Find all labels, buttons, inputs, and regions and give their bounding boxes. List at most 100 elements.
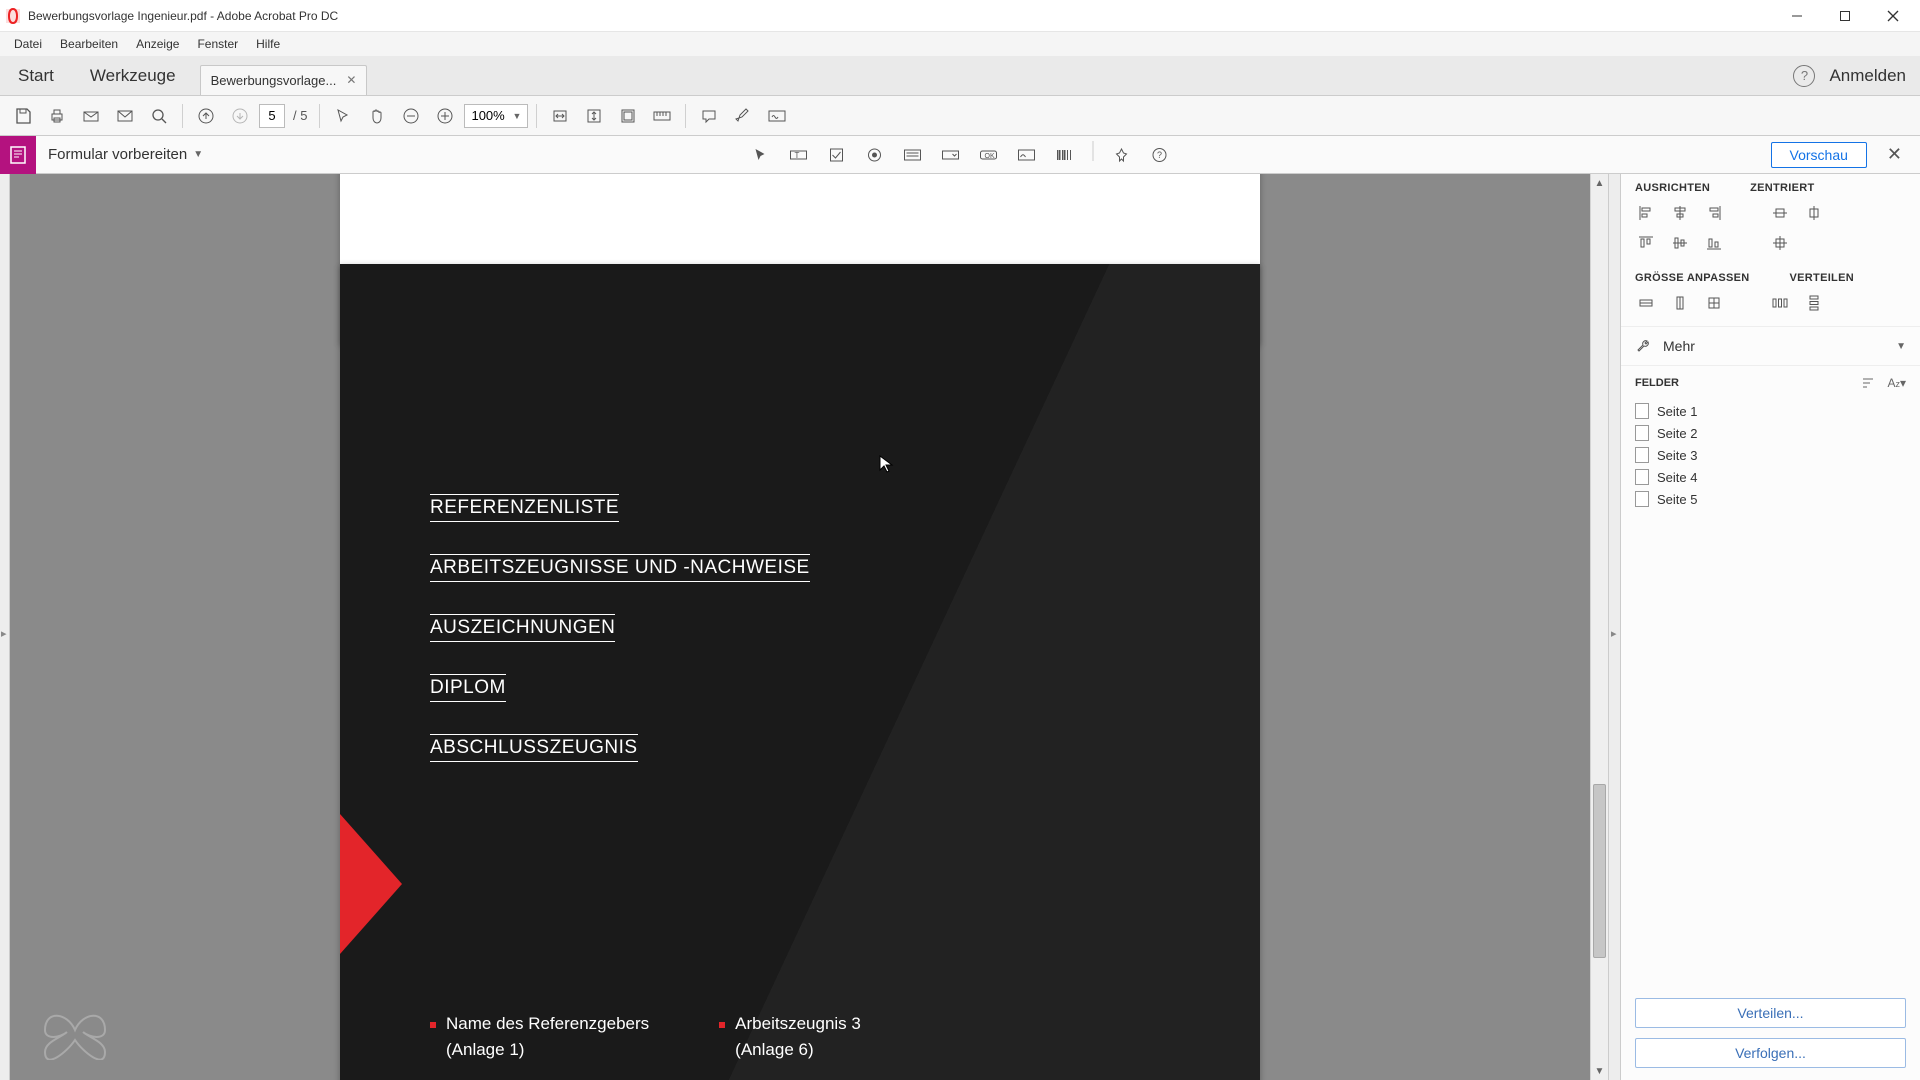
zoom-select[interactable]: 100% ▼	[464, 104, 528, 128]
scroll-track[interactable]	[1591, 192, 1608, 1062]
textfield-icon[interactable]: T	[783, 141, 815, 169]
section-verteilen: VERTEILEN	[1790, 272, 1854, 284]
send-icon[interactable]	[76, 101, 106, 131]
menu-hilfe[interactable]: Hilfe	[248, 34, 288, 54]
field-page-1[interactable]: Seite 1	[1635, 400, 1906, 422]
tab-start[interactable]: Start	[0, 56, 72, 96]
size-height-icon[interactable]	[1669, 292, 1691, 314]
save-icon[interactable]	[8, 101, 38, 131]
help-icon[interactable]: ?	[1793, 65, 1815, 87]
heading-2: ARBEITSZEUGNISSE UND -NACHWEISE	[430, 554, 810, 582]
tab-werkzeuge[interactable]: Werkzeuge	[72, 56, 194, 96]
pin-icon[interactable]	[1106, 141, 1138, 169]
align-middle-icon[interactable]	[1669, 232, 1691, 254]
more-dropdown[interactable]: Mehr ▼	[1621, 326, 1920, 366]
scroll-up-icon[interactable]: ▲	[1591, 174, 1608, 192]
align-left-icon[interactable]	[1635, 202, 1657, 224]
listbox-icon[interactable]	[897, 141, 929, 169]
zoom-in-icon[interactable]	[430, 101, 460, 131]
align-right-icon[interactable]	[1703, 202, 1725, 224]
az-sort-icon[interactable]: Az▾	[1887, 376, 1906, 390]
mail-icon[interactable]	[110, 101, 140, 131]
page-icon	[1635, 403, 1649, 419]
menu-fenster[interactable]: Fenster	[189, 34, 246, 54]
verfolgen-button[interactable]: Verfolgen...	[1635, 1038, 1906, 1068]
dropdown-icon[interactable]	[935, 141, 967, 169]
zoom-out-icon[interactable]	[396, 101, 426, 131]
fit-width-icon[interactable]	[545, 101, 575, 131]
field-page-5[interactable]: Seite 5	[1635, 488, 1906, 510]
help-form-icon[interactable]: ?	[1144, 141, 1176, 169]
menu-bearbeiten[interactable]: Bearbeiten	[52, 34, 126, 54]
form-mode-icon[interactable]	[0, 136, 36, 174]
menu-anzeige[interactable]: Anzeige	[128, 34, 187, 54]
close-button[interactable]	[1870, 1, 1916, 31]
size-both-icon[interactable]	[1703, 292, 1725, 314]
distribute-h-icon[interactable]	[1769, 292, 1791, 314]
document-viewport[interactable]: 4 REFERENZENLISTE ARBEITSZEUGNISSE UND -…	[10, 174, 1590, 1080]
verteilen-button[interactable]: Verteilen...	[1635, 998, 1906, 1028]
preview-button[interactable]: Vorschau	[1771, 142, 1867, 168]
form-mode-dropdown[interactable]: Formular vorbereiten ▼	[48, 146, 203, 163]
ruler-icon[interactable]	[647, 101, 677, 131]
scroll-thumb[interactable]	[1593, 784, 1606, 958]
hand-icon[interactable]	[362, 101, 392, 131]
right-panel: AUSRICHTEN ZENTRIERT GRÖSSE ANPASSEN VER…	[1620, 174, 1920, 1080]
close-formbar-icon[interactable]: ✕	[1879, 140, 1910, 169]
svg-text:?: ?	[1157, 150, 1162, 160]
center-both-icon[interactable]	[1769, 232, 1791, 254]
page-icon	[1635, 469, 1649, 485]
comment-icon[interactable]	[694, 101, 724, 131]
menu-bar: Datei Bearbeiten Anzeige Fenster Hilfe	[0, 32, 1920, 56]
sign-icon[interactable]	[762, 101, 792, 131]
search-icon[interactable]	[144, 101, 174, 131]
field-page-3[interactable]: Seite 3	[1635, 444, 1906, 466]
checkbox-icon[interactable]	[821, 141, 853, 169]
button-icon[interactable]: OK	[973, 141, 1005, 169]
page-down-icon[interactable]	[225, 101, 255, 131]
expand-left-icon[interactable]: ▸	[1, 627, 7, 640]
form-toolbar: Formular vorbereiten ▼ T OK ? Vorschau ✕	[0, 136, 1920, 174]
menu-datei[interactable]: Datei	[6, 34, 50, 54]
size-width-icon[interactable]	[1635, 292, 1657, 314]
distribute-v-icon[interactable]	[1803, 292, 1825, 314]
radio-icon[interactable]	[859, 141, 891, 169]
wrench-icon	[1635, 337, 1653, 355]
expand-right-icon[interactable]: ▸	[1611, 627, 1617, 640]
center-v-icon[interactable]	[1803, 202, 1825, 224]
left-rail[interactable]: ▸	[0, 174, 10, 1080]
scroll-down-icon[interactable]: ▼	[1591, 1062, 1608, 1080]
select-icon[interactable]	[328, 101, 358, 131]
red-arrow-decoration	[340, 814, 402, 954]
heading-4: DIPLOM	[430, 674, 506, 702]
svg-text:T: T	[795, 151, 800, 160]
chevron-down-icon: ▼	[513, 111, 522, 121]
zoom-value: 100%	[471, 108, 504, 123]
vertical-scrollbar[interactable]: ▲ ▼	[1590, 174, 1608, 1080]
fit-page-icon[interactable]	[579, 101, 609, 131]
page-number-input[interactable]	[259, 104, 285, 128]
fields-label: FELDER	[1635, 377, 1679, 389]
barcode-icon[interactable]	[1049, 141, 1081, 169]
form-select-icon[interactable]	[745, 141, 777, 169]
align-center-v-icon[interactable]	[1669, 202, 1691, 224]
field-page-4[interactable]: Seite 4	[1635, 466, 1906, 488]
field-page-2[interactable]: Seite 2	[1635, 422, 1906, 444]
page-up-icon[interactable]	[191, 101, 221, 131]
signature-icon[interactable]	[1011, 141, 1043, 169]
maximize-button[interactable]	[1822, 1, 1868, 31]
align-top-icon[interactable]	[1635, 232, 1657, 254]
view-mode-icon[interactable]	[613, 101, 643, 131]
center-h-icon[interactable]	[1769, 202, 1791, 224]
print-icon[interactable]	[42, 101, 72, 131]
tab-close-icon[interactable]: ✕	[346, 73, 356, 87]
sort-icon[interactable]	[1861, 376, 1877, 390]
minimize-button[interactable]	[1774, 1, 1820, 31]
signin-link[interactable]: Anmelden	[1829, 66, 1906, 86]
tab-document[interactable]: Bewerbungsvorlage... ✕	[200, 65, 368, 95]
highlight-icon[interactable]	[728, 101, 758, 131]
page-icon	[1635, 425, 1649, 441]
right-rail[interactable]: ▸	[1608, 174, 1620, 1080]
section-zentriert: ZENTRIERT	[1750, 182, 1814, 194]
align-bottom-icon[interactable]	[1703, 232, 1725, 254]
